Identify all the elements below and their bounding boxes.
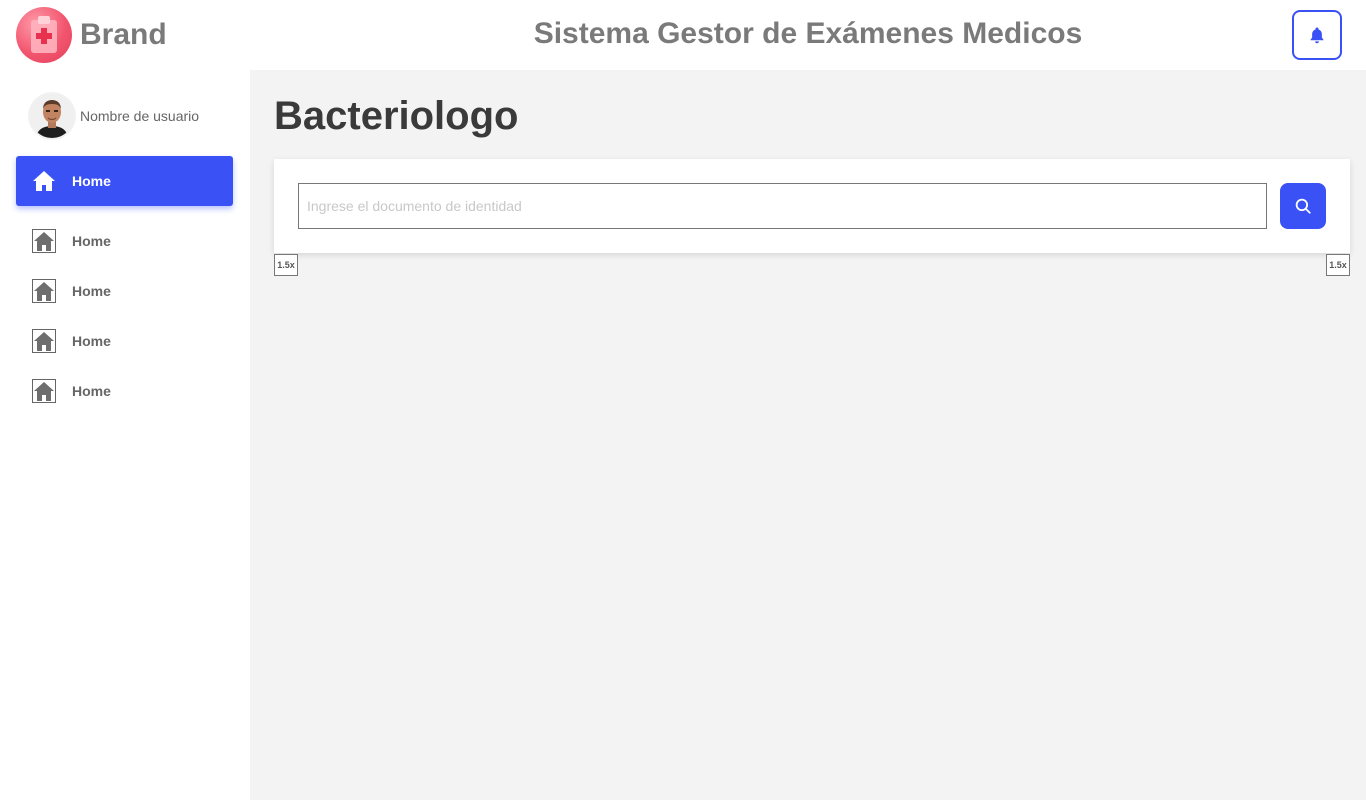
sidebar-item-label: Home [72,333,111,349]
user-avatar [30,94,74,138]
brand-name: Brand [80,18,167,51]
home-icon [33,171,55,191]
search-button[interactable] [1280,183,1326,229]
sidebar-item-home-active[interactable]: Home [16,156,233,206]
medical-clipboard-icon [16,7,72,63]
sidebar-item-home[interactable]: Home [16,216,233,266]
home-icon [32,329,56,353]
sidebar-item-home[interactable]: Home [16,366,233,416]
top-header: Brand Sistema Gestor de Exámenes Medicos [0,0,1366,70]
brand[interactable]: Brand [16,7,167,63]
search-card [274,159,1350,253]
sidebar-item-label: Home [72,383,111,399]
user-profile[interactable]: Nombre de usuario [30,94,199,138]
main-content: Bacteriologo 1.5x 1.5x [250,70,1366,800]
home-icon [32,279,56,303]
app-title: Sistema Gestor de Exámenes Medicos [533,17,1083,50]
zoom-indicator-left: 1.5x [274,254,298,276]
sidebar-item-home[interactable]: Home [16,316,233,366]
sidebar-item-home[interactable]: Home [16,266,233,316]
bell-icon [1310,27,1324,44]
home-icon [32,229,56,253]
document-search-input[interactable] [298,183,1267,229]
page-title: Bacteriologo [274,94,519,138]
sidebar-item-label: Home [72,283,111,299]
sidebar: Nombre de usuario Home Home Home Home Ho… [0,70,250,800]
sidebar-item-label: Home [72,173,111,189]
zoom-indicator-right: 1.5x [1326,254,1350,276]
username: Nombre de usuario [80,108,200,124]
notifications-button[interactable] [1292,10,1342,60]
home-icon [32,379,56,403]
sidebar-item-label: Home [72,233,111,249]
search-icon [1295,198,1311,214]
